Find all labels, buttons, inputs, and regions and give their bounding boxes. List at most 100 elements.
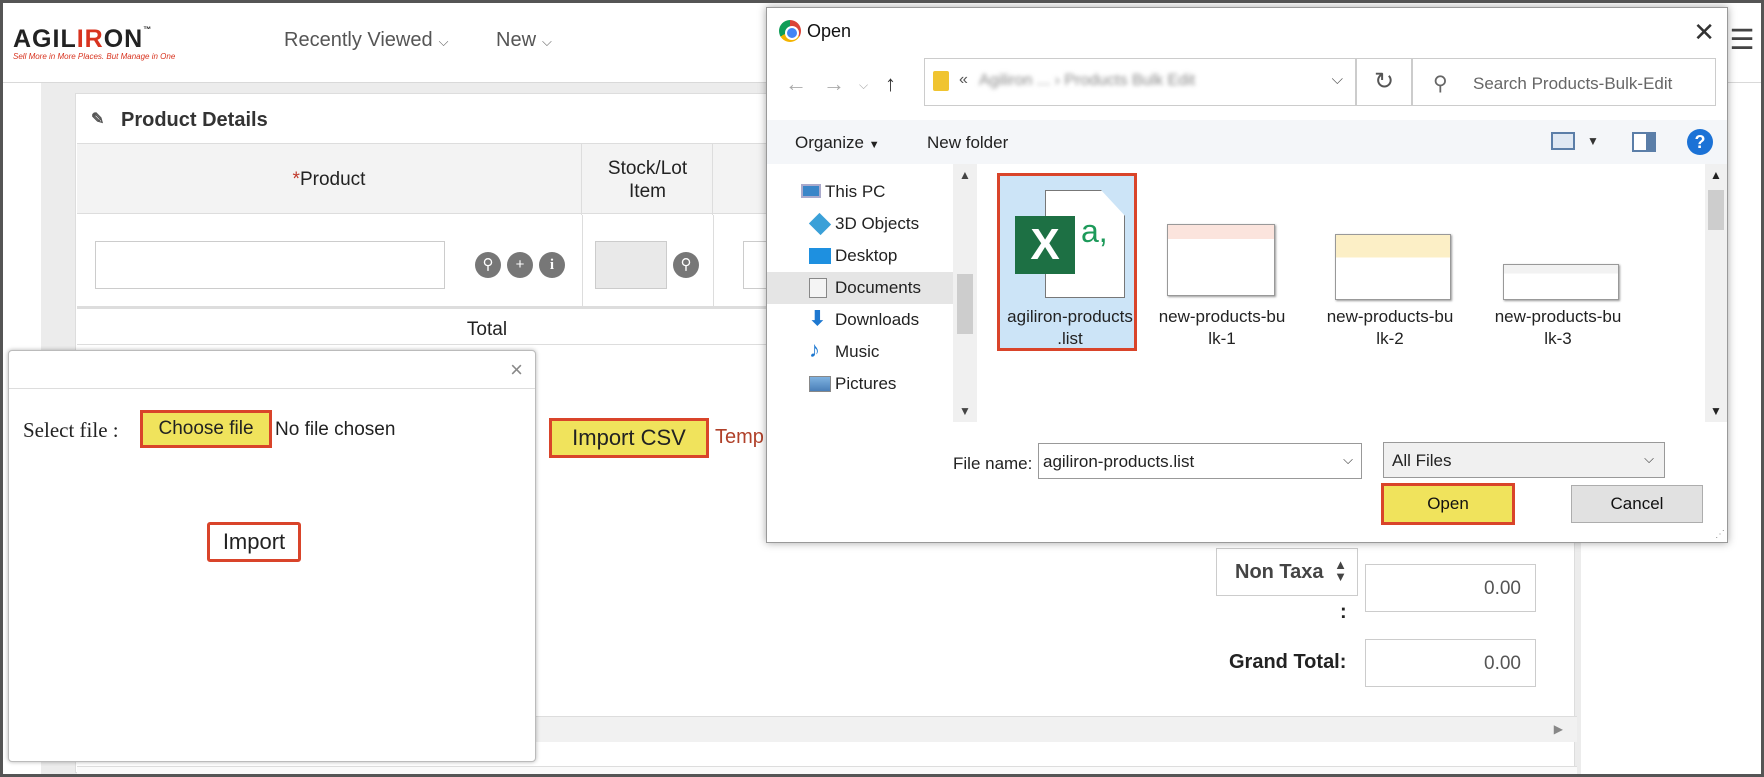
file-type-select[interactable]: All Files ⌵	[1383, 442, 1665, 478]
column-divider	[713, 215, 714, 309]
close-icon[interactable]: ×	[510, 357, 523, 383]
chevron-down-icon[interactable]: ⌵	[1332, 71, 1343, 88]
file-status-text: No file chosen	[275, 419, 396, 440]
address-path: Agiliron ... › Products Bulk Edit	[979, 72, 1196, 89]
open-button[interactable]: Open	[1381, 483, 1515, 525]
file-item[interactable]: new-products-bu lk-1	[1152, 176, 1292, 354]
chevron-down-icon[interactable]: ⌵	[1343, 452, 1353, 468]
nav-pane-scrollbar[interactable]: ▲ ▼	[953, 164, 977, 422]
nav-item-3d-objects[interactable]: 3D Objects	[767, 208, 953, 240]
forward-arrow-icon[interactable]: →	[823, 71, 845, 97]
caret-down-icon: ▼	[868, 139, 880, 151]
hamburger-menu-icon[interactable]: ☰	[1722, 23, 1761, 63]
choose-file-button[interactable]: Choose file	[140, 410, 272, 448]
nav-item-label: Pictures	[835, 374, 897, 393]
scroll-up-icon[interactable]: ▲	[959, 168, 971, 182]
address-prefix: «	[959, 71, 968, 88]
preview-pane-icon[interactable]	[1632, 132, 1656, 152]
recently-viewed-menu[interactable]: Recently Viewed ⌵	[284, 29, 448, 52]
music-note-icon: ♪	[809, 337, 820, 362]
import-csv-button[interactable]: Import CSV	[549, 418, 709, 458]
product-input[interactable]	[95, 241, 445, 289]
file-item[interactable]: new-products-bu lk-2	[1320, 176, 1460, 354]
close-icon[interactable]: ✕	[1693, 17, 1715, 48]
nav-item-label: Music	[835, 342, 880, 361]
cancel-button[interactable]: Cancel	[1571, 485, 1703, 523]
back-arrow-icon[interactable]: ←	[785, 71, 807, 97]
scroll-up-icon[interactable]: ▲	[1710, 168, 1722, 182]
required-marker: *	[292, 169, 300, 190]
spreadsheet-thumbnail	[1167, 190, 1277, 300]
nav-item-downloads[interactable]: ⬇ Downloads	[767, 304, 953, 336]
total-label: Total	[466, 319, 508, 340]
file-item[interactable]: new-products-bu lk-3	[1488, 176, 1628, 354]
agiliron-logo[interactable]: AGILIRON™ Sell More in More Places. But …	[13, 25, 198, 65]
file-item[interactable]: X a, agiliron-products .list	[997, 173, 1137, 351]
add-icon[interactable]: +	[507, 252, 533, 278]
file-list: X a, agiliron-products .list new-product…	[977, 164, 1705, 422]
scroll-down-icon[interactable]: ▼	[959, 404, 971, 418]
refresh-icon[interactable]: ↻	[1356, 58, 1412, 106]
tax-type-select[interactable]: Non Taxa ▲ ▼	[1216, 548, 1358, 596]
cube-icon	[808, 212, 832, 236]
template-link[interactable]: Temp	[715, 426, 764, 449]
chrome-icon	[779, 20, 801, 42]
nav-item-documents[interactable]: Documents	[767, 272, 953, 304]
organize-menu[interactable]: Organize ▼	[795, 133, 880, 153]
file-name-input[interactable]: agiliron-products.list ⌵	[1038, 443, 1362, 479]
chevron-down-icon: ⌵	[542, 34, 552, 49]
scroll-thumb[interactable]	[1708, 190, 1724, 230]
navigation-pane: This PC 3D Objects Desktop Documents ⬇ D…	[767, 164, 977, 422]
scroll-right-icon[interactable]: ▶	[1554, 722, 1563, 736]
file-name: agiliron-products .list	[1007, 307, 1133, 348]
change-view-icon[interactable]	[1551, 132, 1575, 150]
grand-total-field[interactable]: 0.00	[1365, 639, 1536, 687]
resize-grip-icon[interactable]: ⋰	[1715, 529, 1725, 540]
import-button[interactable]: Import	[207, 522, 301, 562]
recent-locations-icon[interactable]: ⌵	[859, 78, 868, 93]
select-file-label: Select file :	[23, 418, 119, 442]
column-header-stock-label: Stock/Lot Item	[607, 158, 688, 202]
column-header-stock: Stock/Lot Item	[583, 144, 713, 215]
dialog-toolbar: Organize ▼ New folder ▼ ?	[767, 120, 1727, 164]
info-icon[interactable]: i	[539, 252, 565, 278]
column-header-product-label: Product	[299, 169, 366, 190]
up-arrow-icon[interactable]: ↑	[885, 71, 896, 97]
address-bar[interactable]: « Agiliron ... › Products Bulk Edit ⌵	[924, 58, 1356, 106]
excel-csv-icon: X a,	[1015, 190, 1125, 300]
grand-total-label: Grand Total:	[1229, 651, 1347, 673]
file-list-scrollbar[interactable]: ▲ ▼	[1705, 164, 1727, 422]
nav-item-music[interactable]: ♪ Music	[767, 336, 953, 368]
product-grid-row: ⚲ + i ⚲	[77, 215, 783, 309]
product-details-header: ✎ Product Details	[75, 95, 775, 141]
stock-search-icon[interactable]: ⚲	[673, 252, 699, 278]
organize-label: Organize	[795, 133, 864, 152]
stock-lot-input[interactable]	[595, 241, 667, 289]
modal-titlebar: ×	[9, 351, 535, 389]
file-name-label: File name:	[953, 454, 1033, 473]
new-folder-button[interactable]: New folder	[927, 133, 1008, 153]
help-icon[interactable]: ?	[1687, 129, 1713, 155]
new-menu[interactable]: New ⌵	[496, 29, 552, 52]
tax-amount-field[interactable]: 0.00	[1365, 564, 1536, 612]
file-name-value: agiliron-products.list	[1043, 452, 1195, 471]
file-name: new-products-bu lk-1	[1158, 307, 1286, 348]
total-row: Total	[77, 311, 777, 345]
tax-type-value: Non Taxa	[1235, 561, 1324, 583]
search-input[interactable]: ⚲ Search Products-Bulk-Edit	[1412, 58, 1716, 106]
nav-item-this-pc[interactable]: This PC	[767, 176, 953, 208]
computer-icon	[801, 184, 821, 198]
search-icon[interactable]: ⚲	[475, 252, 501, 278]
caret-down-icon[interactable]: ▼	[1587, 134, 1599, 148]
scroll-thumb[interactable]	[957, 274, 973, 334]
desktop-icon	[809, 248, 831, 264]
nav-item-pictures[interactable]: Pictures	[767, 368, 953, 400]
nav-item-desktop[interactable]: Desktop	[767, 240, 953, 272]
excel-sub-glyph: a,	[1081, 213, 1108, 249]
import-modal: × Select file : Choose file No file chos…	[8, 350, 536, 762]
product-details-title: Product Details	[121, 109, 268, 131]
column-divider	[582, 215, 583, 309]
recently-viewed-label: Recently Viewed	[284, 29, 433, 51]
scroll-down-icon[interactable]: ▼	[1710, 404, 1722, 418]
screen: AGILIRON™ Sell More in More Places. But …	[0, 0, 1764, 777]
